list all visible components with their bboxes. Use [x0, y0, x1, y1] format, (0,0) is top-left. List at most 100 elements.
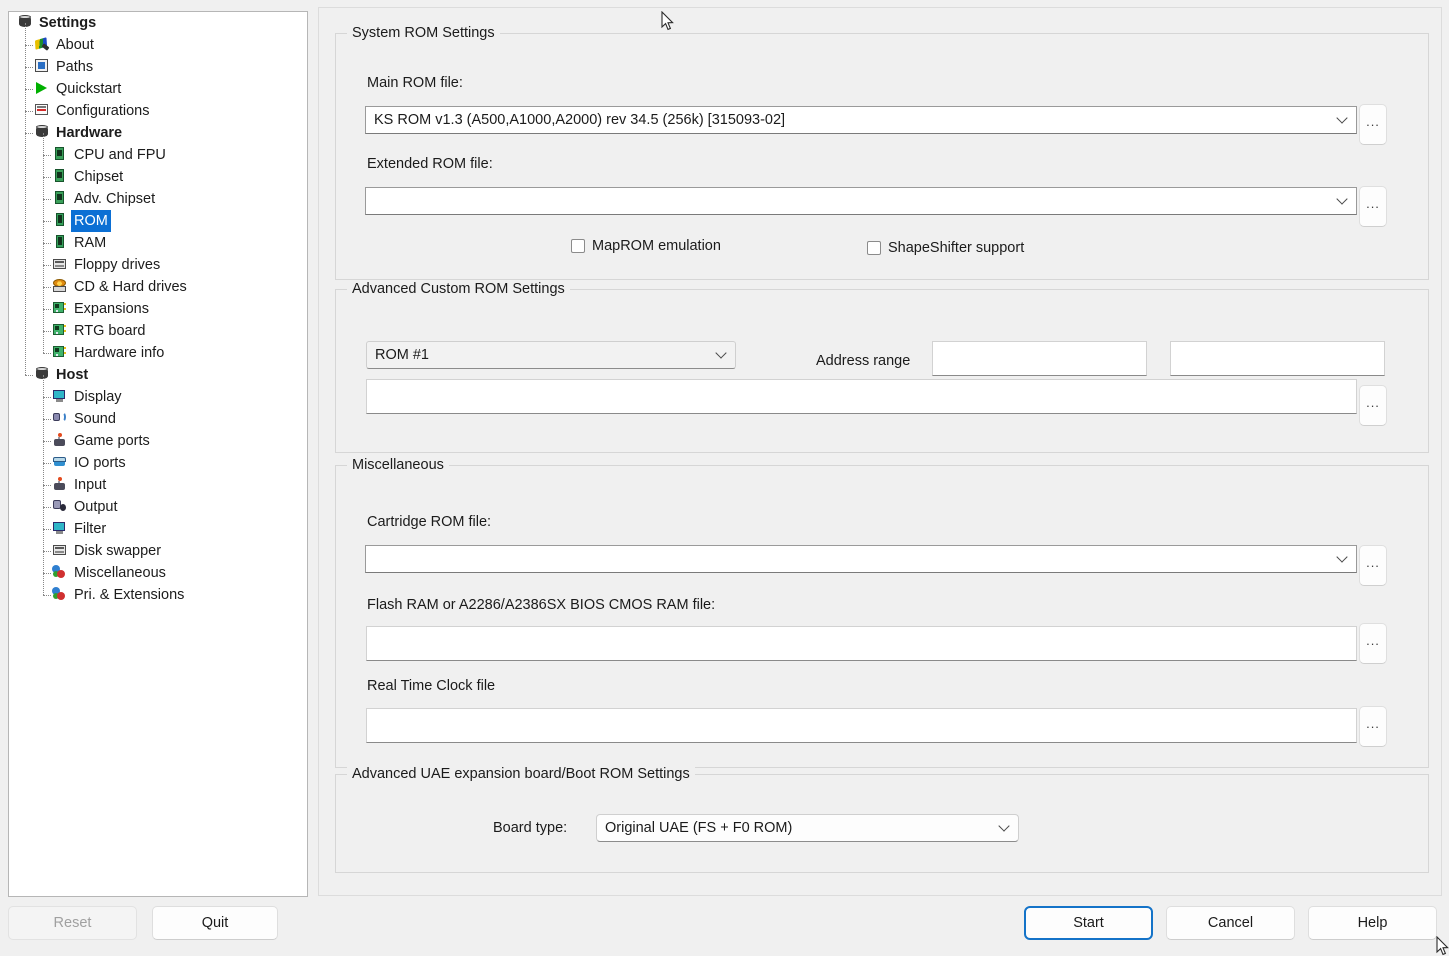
- sidebar-item-io-ports[interactable]: IO ports: [9, 452, 307, 474]
- custom-rom-select-combobox[interactable]: ROM #1: [366, 341, 736, 369]
- sidebar-item-hardware[interactable]: Hardware: [9, 122, 307, 144]
- sidebar-item-rom[interactable]: ROM: [9, 210, 307, 233]
- shapeshifter-support-checkbox[interactable]: [867, 241, 881, 255]
- chevron-down-icon: [1000, 822, 1009, 831]
- sidebar-item-display[interactable]: Display: [9, 386, 307, 408]
- advanced-custom-rom-settings-title: Advanced Custom ROM Settings: [347, 281, 570, 297]
- sidebar-item-label: RAM: [74, 235, 107, 252]
- sidebar-item-pri-extensions[interactable]: Pri. & Extensions: [9, 584, 307, 606]
- address-range-end-input[interactable]: [1170, 341, 1385, 376]
- tree-connector: [25, 89, 33, 90]
- chevron-down-icon: [717, 349, 726, 358]
- tree-connector: [43, 485, 51, 486]
- custom-rom-browse-button[interactable]: ...: [1359, 385, 1387, 426]
- board-type-label: Board type:: [493, 820, 568, 836]
- real-time-clock-browse-button[interactable]: ...: [1359, 706, 1387, 747]
- tree-connector: [43, 309, 51, 310]
- sidebar-item-disk-swapper[interactable]: Disk swapper: [9, 540, 307, 562]
- configurations-icon: [34, 102, 50, 118]
- board-icon: [52, 322, 68, 338]
- sidebar-item-chipset[interactable]: Chipset: [9, 166, 307, 188]
- flash-ram-file-input[interactable]: [366, 626, 1357, 661]
- sidebar-item-game-ports[interactable]: Game ports: [9, 430, 307, 452]
- display-icon: [52, 388, 68, 404]
- sidebar-item-about[interactable]: About: [9, 34, 307, 56]
- flash-ram-browse-button[interactable]: ...: [1359, 623, 1387, 664]
- tree-connector: [25, 111, 33, 112]
- tree-connector: [43, 463, 51, 464]
- sidebar-item-rtg-board[interactable]: RTG board: [9, 320, 307, 342]
- chevron-down-icon: [1338, 195, 1347, 204]
- cartridge-rom-browse-button[interactable]: ...: [1359, 545, 1387, 586]
- extended-rom-file-combobox[interactable]: [365, 187, 1357, 215]
- output-icon: [52, 498, 68, 514]
- sidebar-item-cpu-and-fpu[interactable]: CPU and FPU: [9, 144, 307, 166]
- sidebar-item-configurations[interactable]: Configurations: [9, 100, 307, 122]
- address-range-start-input[interactable]: [932, 341, 1147, 376]
- joystick-icon: [52, 476, 68, 492]
- tree-connector: [43, 529, 51, 530]
- sidebar-item-ram[interactable]: RAM: [9, 232, 307, 254]
- sidebar-item-sound[interactable]: Sound: [9, 408, 307, 430]
- sidebar-item-label: ROM: [71, 210, 111, 233]
- help-button[interactable]: Help: [1308, 906, 1437, 940]
- sidebar-item-adv-chipset[interactable]: Adv. Chipset: [9, 188, 307, 210]
- sound-icon: [52, 410, 68, 426]
- sidebar-item-label: Display: [74, 389, 122, 406]
- sidebar-item-label: Floppy drives: [74, 257, 161, 274]
- sidebar-item-label: Paths: [56, 59, 94, 76]
- cartridge-rom-file-combobox[interactable]: [365, 545, 1357, 573]
- custom-rom-path-input[interactable]: [366, 379, 1357, 414]
- system-rom-settings-title: System ROM Settings: [347, 25, 500, 41]
- sidebar-item-label: Configurations: [56, 103, 150, 120]
- sidebar-item-host[interactable]: Host: [9, 364, 307, 386]
- tree-connector: [25, 133, 33, 134]
- quit-button[interactable]: Quit: [152, 906, 278, 940]
- sidebar-item-cd-hard-drives[interactable]: CD & Hard drives: [9, 276, 307, 298]
- start-button[interactable]: Start: [1024, 906, 1153, 940]
- tree-connector: [43, 551, 51, 552]
- tree-connector: [43, 133, 44, 353]
- sidebar-item-label: Pri. & Extensions: [74, 587, 185, 604]
- stack-icon: [34, 124, 50, 140]
- sidebar-item-input[interactable]: Input: [9, 474, 307, 496]
- tree-connector: [43, 177, 51, 178]
- real-time-clock-file-input[interactable]: [366, 708, 1357, 743]
- main-rom-browse-button[interactable]: ...: [1359, 104, 1387, 145]
- io-icon: [52, 454, 68, 470]
- uae-expansion-board-title: Advanced UAE expansion board/Boot ROM Se…: [347, 766, 695, 782]
- misc-icon: [52, 586, 68, 602]
- misc-icon: [52, 564, 68, 580]
- sidebar-item-label: RTG board: [74, 323, 146, 340]
- flash-ram-file-label: Flash RAM or A2286/A2386SX BIOS CMOS RAM…: [367, 597, 716, 613]
- sidebar-item-expansions[interactable]: Expansions: [9, 298, 307, 320]
- sidebar-item-output[interactable]: Output: [9, 496, 307, 518]
- sidebar-item-label: Input: [74, 477, 107, 494]
- main-rom-file-label: Main ROM file:: [367, 75, 463, 91]
- sidebar-item-hardware-info[interactable]: Hardware info: [9, 342, 307, 364]
- sidebar-item-paths[interactable]: Paths: [9, 56, 307, 78]
- sidebar-item-floppy-drives[interactable]: Floppy drives: [9, 254, 307, 276]
- tree-connector: [43, 507, 51, 508]
- sidebar-item-label: Sound: [74, 411, 116, 428]
- sidebar-item-filter[interactable]: Filter: [9, 518, 307, 540]
- main-rom-file-value: KS ROM v1.3 (A500,A1000,A2000) rev 34.5 …: [374, 112, 786, 128]
- maprom-emulation-checkbox-row[interactable]: MapROM emulation: [571, 238, 721, 254]
- settings-tree-panel[interactable]: Settings About Paths Quickstart Configuratio…: [8, 11, 308, 897]
- sidebar-item-settings[interactable]: Settings: [9, 12, 307, 34]
- play-icon: [34, 80, 50, 96]
- joystick-icon: [52, 432, 68, 448]
- pencil-icon: [34, 36, 50, 52]
- tree-connector: [25, 23, 26, 375]
- cancel-button[interactable]: Cancel: [1166, 906, 1295, 940]
- sidebar-item-quickstart[interactable]: Quickstart: [9, 78, 307, 100]
- extended-rom-browse-button[interactable]: ...: [1359, 186, 1387, 227]
- sidebar-item-label: Miscellaneous: [74, 565, 166, 582]
- tree-connector: [43, 573, 51, 574]
- maprom-emulation-checkbox[interactable]: [571, 239, 585, 253]
- main-rom-file-combobox[interactable]: KS ROM v1.3 (A500,A1000,A2000) rev 34.5 …: [365, 106, 1357, 134]
- shapeshifter-support-checkbox-row[interactable]: ShapeShifter support: [867, 240, 1024, 256]
- reset-button[interactable]: Reset: [8, 906, 137, 940]
- board-type-combobox[interactable]: Original UAE (FS + F0 ROM): [596, 814, 1019, 842]
- sidebar-item-miscellaneous[interactable]: Miscellaneous: [9, 562, 307, 584]
